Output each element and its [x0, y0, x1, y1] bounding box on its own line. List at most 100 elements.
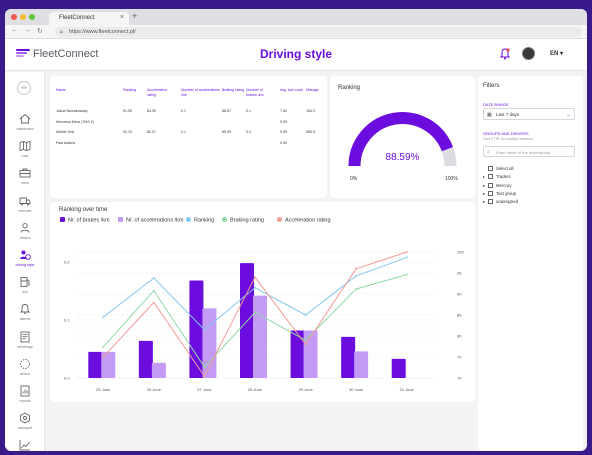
- x-axis-tick-label: 25 June: [96, 387, 111, 392]
- driver-name-cell[interactable]: Jakub Nowakowsky: [56, 109, 88, 114]
- bell-icon: [19, 304, 31, 315]
- checkbox[interactable]: [488, 182, 493, 188]
- tree-item-unassigned[interactable]: ▸ unassigned: [483, 199, 518, 205]
- sidebar-item-chart[interactable]: [5, 439, 45, 451]
- right-axis-tick-label: 75: [457, 355, 462, 360]
- column-header-brakes-per-km[interactable]: Number of brakes /km: [246, 88, 274, 97]
- sidebar-item-refuelings[interactable]: refuelings: [5, 331, 45, 358]
- sidebar-item-work[interactable]: work: [5, 167, 45, 194]
- table-cell: 91.05: [123, 109, 132, 113]
- ranking-over-time-card: Ranking over time Nr. of brakes /km Nr. o…: [50, 202, 475, 402]
- column-header-avg-fuel[interactable]: Avg. fuel cons.: [280, 88, 308, 93]
- checkbox[interactable]: [488, 199, 493, 205]
- right-axis-tick-label: 90: [457, 292, 462, 297]
- truck-icon: [19, 197, 31, 206]
- report-icon: [20, 385, 30, 397]
- sidebar-item-reports[interactable]: reports: [5, 385, 45, 412]
- table-cell: 88.57: [222, 109, 231, 113]
- point-acceleration-rating: [254, 276, 256, 279]
- tree-item-label: Mercury: [496, 182, 512, 188]
- gauge-max-label: 100%: [445, 176, 458, 182]
- bar-nr-of-brakes-km: [341, 336, 356, 378]
- notification-bell-icon[interactable]: [500, 48, 510, 60]
- sidebar-item-fuel[interactable]: fuel: [5, 276, 45, 303]
- date-range-select[interactable]: ▦ Last 7 days ⌄: [483, 108, 575, 120]
- checkbox[interactable]: [488, 174, 493, 180]
- user-icon: [20, 222, 30, 233]
- language-selector[interactable]: EN ▾: [550, 50, 563, 57]
- driver-name-cell[interactable]: Mobile Test: [56, 130, 74, 135]
- tree-item-traders[interactable]: ▸ Traders: [483, 174, 511, 180]
- tree-item-select-all[interactable]: Select all: [483, 166, 513, 171]
- avatar[interactable]: [522, 47, 535, 60]
- driver-search-input[interactable]: ⌕ Enter name of the driver/group: [483, 146, 575, 157]
- bar-nr-of-brakes-km: [189, 280, 204, 378]
- tree-item-test-group[interactable]: ▸ Test group: [483, 190, 517, 196]
- table-cell: 0.00: [280, 119, 287, 124]
- maximize-window-dot[interactable]: [29, 14, 35, 20]
- sidebar-item-transport[interactable]: transport: [5, 412, 45, 439]
- bar-nr-of-accelerations-km: [101, 351, 116, 378]
- sidebar-item-detour[interactable]: detour: [5, 358, 45, 385]
- sidebar-item-alarms[interactable]: alarms: [5, 303, 45, 330]
- close-window-dot[interactable]: [11, 14, 17, 20]
- sidebar: «» dashboard map work vehicles drivers drivin…: [5, 72, 45, 451]
- chart-icon: [19, 440, 30, 451]
- address-bar: ← → ↻ 🔒︎ https://www.fleetconnect.pl/: [5, 25, 587, 39]
- column-header-acceleration-rating[interactable]: Acceleration rating: [147, 88, 175, 97]
- back-icon[interactable]: ←: [11, 27, 18, 34]
- table-cell: 0.1: [246, 109, 251, 113]
- driver-name-cell[interactable]: Paul Adams: [56, 141, 75, 146]
- sidebar-item-label: transport: [17, 426, 33, 431]
- sidebar-item-label: vehicles: [18, 208, 32, 213]
- column-header-ranking[interactable]: Ranking: [123, 88, 136, 93]
- minimize-window-dot[interactable]: [20, 14, 26, 20]
- left-axis-tick-label: 0.2: [64, 260, 70, 265]
- sidebar-item-vehicles[interactable]: vehicles: [5, 195, 45, 222]
- date-range-value: Last 7 days: [496, 112, 520, 117]
- column-header-accelerations-per-km[interactable]: Number of accelerations /km: [181, 88, 221, 97]
- reload-icon[interactable]: ↻: [37, 27, 43, 35]
- sidebar-item-dashboard[interactable]: dashboard: [5, 113, 45, 140]
- column-header-name[interactable]: Name: [56, 88, 66, 93]
- house-icon: [19, 113, 31, 124]
- left-axis-tick-label: 0.0: [64, 376, 70, 381]
- forward-icon[interactable]: →: [24, 27, 31, 34]
- x-axis-tick-label: 29 June: [298, 387, 313, 392]
- browser-window: FleetConnect × + ← → ↻ 🔒︎ https://www.fl…: [5, 9, 587, 451]
- point-ranking: [405, 256, 408, 259]
- chevron-down-icon: ⌄: [566, 112, 570, 117]
- filters-title: Filters: [483, 83, 500, 89]
- tree-item-label: Test group: [496, 190, 517, 196]
- url-field[interactable]: 🔒︎ https://www.fleetconnect.pl/: [55, 27, 582, 37]
- driver-name-cell[interactable]: Kierowca Mera (TMS 2): [56, 120, 94, 125]
- new-tab-button[interactable]: +: [132, 11, 137, 21]
- tab-close-icon[interactable]: ×: [120, 14, 124, 21]
- app-header: FleetConnect Driving style EN ▾: [5, 39, 587, 71]
- right-axis-tick-label: 95: [457, 271, 462, 276]
- tree-item-mercury[interactable]: ▸ Mercury: [483, 182, 512, 188]
- sidebar-item-label: work: [21, 181, 29, 186]
- url-text: https://www.fleetconnect.pl/: [69, 29, 136, 35]
- point-braking-rating: [152, 289, 155, 292]
- point-acceleration-rating: [152, 301, 155, 304]
- checkbox[interactable]: [488, 190, 493, 196]
- sidebar-item-drivers[interactable]: drivers: [5, 222, 45, 249]
- sidebar-item-label: alarms: [19, 317, 31, 322]
- checkbox[interactable]: [488, 166, 493, 171]
- bar-nr-of-brakes-km: [290, 330, 305, 378]
- table-cell: 566.5: [306, 130, 315, 134]
- sidebar-toggle-button[interactable]: «»: [17, 81, 31, 95]
- browser-tab[interactable]: FleetConnect ×: [49, 12, 129, 25]
- sidebar-item-label: drivers: [19, 235, 31, 240]
- right-axis-tick-label: 70: [457, 376, 462, 381]
- groups-hint: Hold CTRL for multiple selection: [483, 137, 534, 141]
- sidebar-item-map[interactable]: map: [5, 140, 45, 167]
- table-cell: 7.80: [280, 109, 287, 113]
- right-axis-tick-label: 80: [457, 334, 462, 339]
- point-braking-rating: [102, 346, 105, 348]
- bar-nr-of-brakes-km: [88, 351, 103, 378]
- driver-search-placeholder: Enter name of the driver/group: [496, 150, 551, 155]
- sidebar-item-driving-style[interactable]: driving style: [5, 249, 45, 276]
- filters-panel: Filters DATE RANGE ▦ Last 7 days ⌄ GROUP…: [478, 76, 583, 451]
